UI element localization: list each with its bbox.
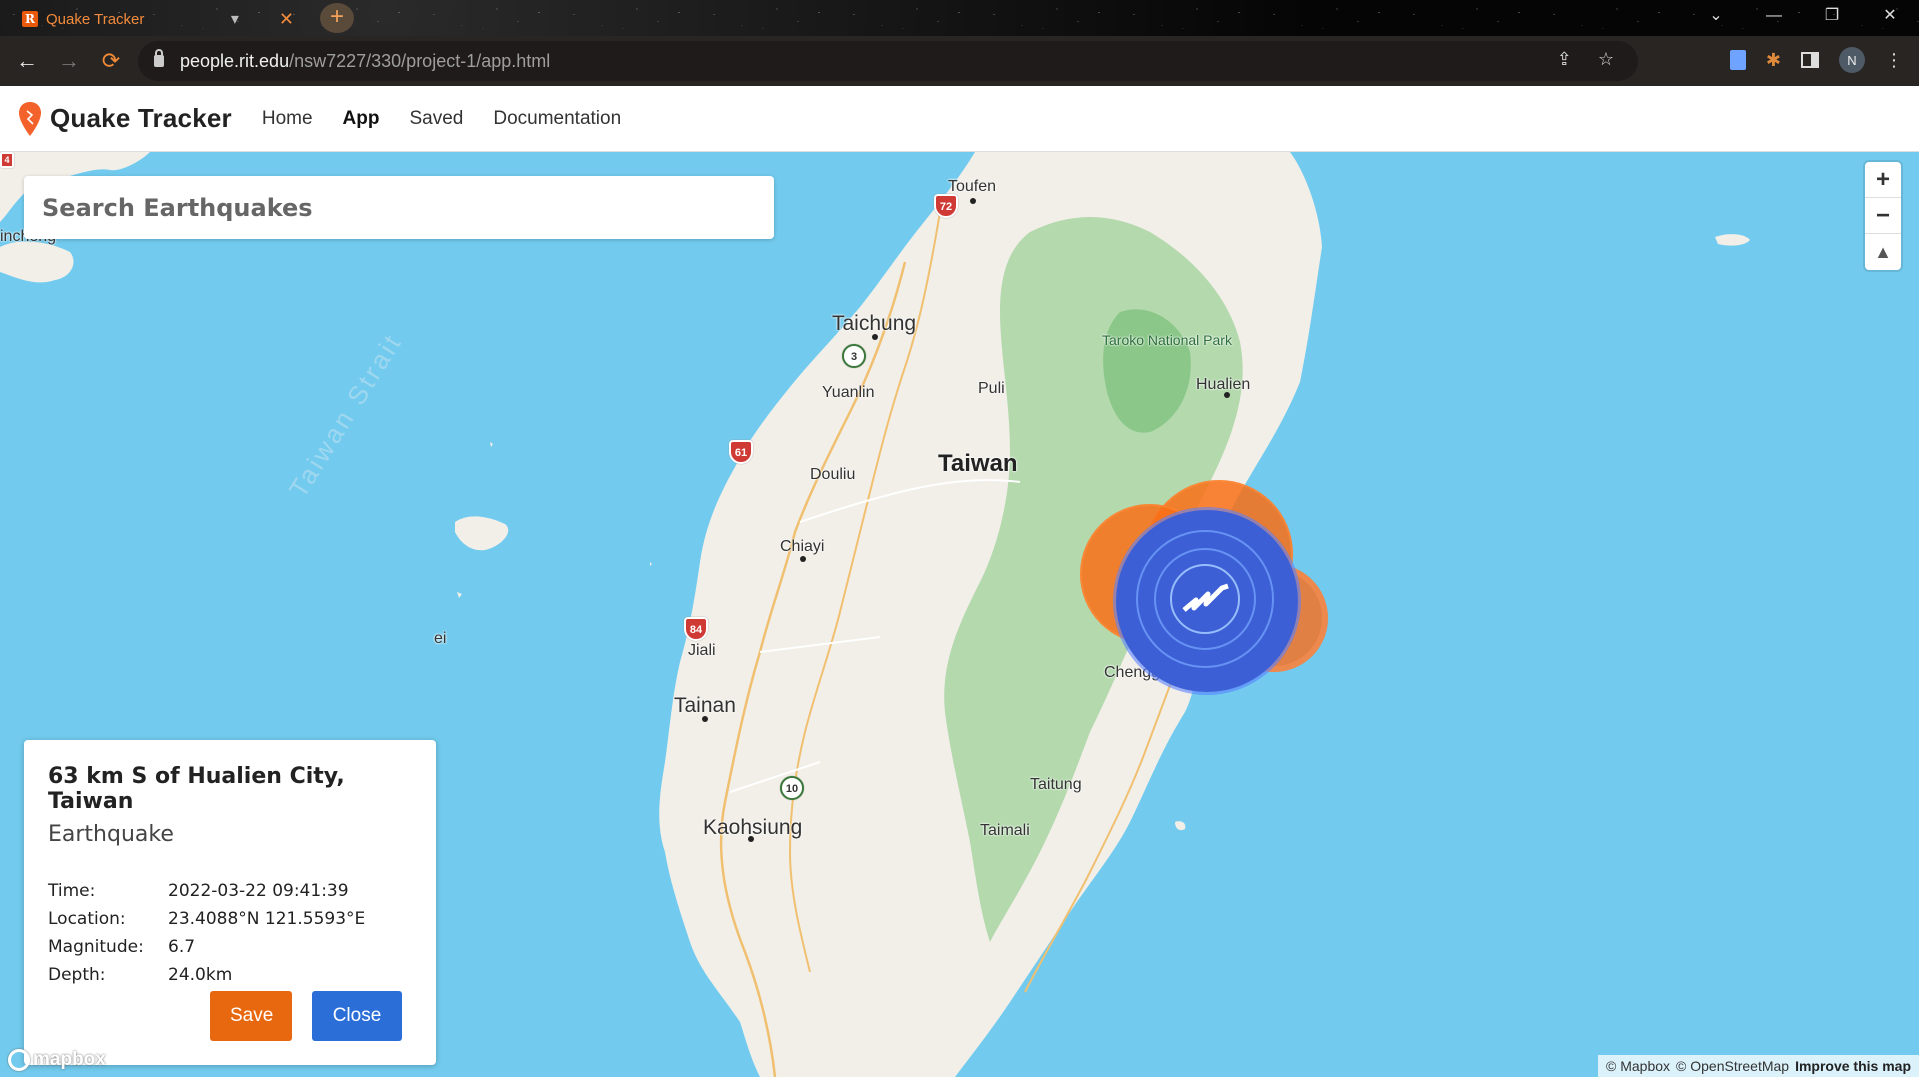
map-canvas[interactable]: Toufen Taichung Taroko National Park Hua… — [0, 152, 1919, 1077]
highway-shield-10: 10 — [780, 776, 804, 800]
brand-name: Quake Tracker — [50, 103, 232, 133]
browser-toolbar: ← → ⟳ people.rit.edu/nsw7227/330/project… — [0, 36, 1919, 86]
detail-row-depth: Depth: 24.0km — [48, 961, 412, 989]
popup-subtitle: Earthquake — [48, 822, 174, 847]
improve-map-link[interactable]: Improve this map — [1795, 1058, 1911, 1074]
zoom-out-button[interactable]: − — [1865, 198, 1901, 234]
attribution-mapbox-link[interactable]: © Mapbox — [1606, 1058, 1670, 1074]
window-controls: ⌄ — ❐ ✕ — [1687, 0, 1919, 32]
detail-row-magnitude: Magnitude: 6.7 — [48, 933, 412, 961]
map-label-taichung: Taichung — [832, 312, 917, 335]
seismic-wave-icon — [1182, 583, 1229, 612]
minimize-icon[interactable]: — — [1745, 0, 1803, 32]
forward-icon[interactable]: → — [54, 48, 84, 74]
detail-key: Magnitude: — [48, 937, 144, 957]
app-navbar: Quake Tracker Home App Saved Documentati… — [0, 86, 1919, 152]
popup-title: 63 km S of Hualien City, Taiwan — [48, 764, 345, 814]
browser-tab[interactable]: R Quake Tracker ▾ ✕ — [10, 2, 306, 36]
map-label-puli: Puli — [978, 380, 1005, 397]
earthquake-popup: 63 km S of Hualien City, Taiwan Earthqua… — [24, 740, 436, 1065]
url-host: people.rit.edu — [180, 50, 290, 71]
highway-shield-61: 61 — [729, 440, 753, 464]
search-input[interactable] — [42, 193, 756, 222]
tab-search-icon[interactable]: ⌄ — [1687, 0, 1745, 32]
map-label-taiwan: Taiwan — [938, 450, 1018, 477]
back-icon[interactable]: ← — [12, 48, 42, 74]
detail-value: 23.4088°N 121.5593°E — [168, 909, 366, 929]
extension-docs-icon[interactable] — [1729, 50, 1746, 70]
brand[interactable]: Quake Tracker — [18, 101, 232, 137]
nav-link-saved[interactable]: Saved — [409, 108, 463, 130]
zoom-control: + − ▲ — [1865, 162, 1901, 270]
search-bar[interactable] — [24, 176, 774, 239]
city-dot — [800, 556, 806, 562]
detail-key: Depth: — [48, 965, 106, 985]
detail-value: 24.0km — [168, 965, 233, 985]
highway-shield-72: 72 — [934, 194, 958, 218]
close-button[interactable]: Close — [312, 991, 402, 1041]
map-label-chiayi: Chiayi — [780, 538, 825, 555]
map-label-taitung: Taitung — [1030, 776, 1082, 793]
tab-title: Quake Tracker — [46, 10, 145, 28]
nav-link-documentation[interactable]: Documentation — [493, 108, 621, 130]
city-dot — [702, 716, 708, 722]
highway-shield-3: 3 — [842, 344, 866, 368]
url-path: /nsw7227/330/project-1/app.html — [289, 50, 551, 71]
city-dot — [872, 334, 878, 340]
map-label-jiali: Jiali — [688, 642, 716, 659]
compass-icon[interactable]: ▲ — [1865, 234, 1901, 270]
highway-shield-4: 4 — [0, 152, 14, 168]
share-icon[interactable]: ⇪ — [1557, 49, 1572, 70]
profile-avatar[interactable]: N — [1839, 47, 1865, 73]
attribution-osm-link[interactable]: © OpenStreetMap — [1676, 1058, 1789, 1074]
map-label-taroko: Taroko National Park — [1102, 332, 1232, 348]
address-bar[interactable]: people.rit.edu/nsw7227/330/project-1/app… — [138, 41, 1638, 81]
mapbox-logo-text: mapbox — [33, 1049, 106, 1070]
detail-key: Location: — [48, 909, 126, 929]
map-label-tainan: Tainan — [674, 694, 736, 717]
map-label-hualien: Hualien — [1196, 376, 1251, 393]
zoom-in-button[interactable]: + — [1865, 162, 1901, 198]
nav-link-app[interactable]: App — [343, 108, 380, 130]
detail-key: Time: — [48, 881, 96, 901]
tab-audio-indicator-icon: ▾ — [230, 11, 239, 28]
browser-menu-icon[interactable]: ⋮ — [1885, 50, 1903, 71]
window-close-icon[interactable]: ✕ — [1861, 0, 1919, 32]
detail-row-time: Time: 2022-03-22 09:41:39 — [48, 877, 412, 905]
detail-row-location: Location: 23.4088°N 121.5593°E — [48, 905, 412, 933]
city-dot — [1224, 392, 1230, 398]
nav-link-home[interactable]: Home — [262, 108, 313, 130]
city-dot — [970, 198, 976, 204]
mapbox-logo[interactable]: mapbox — [8, 1049, 106, 1071]
tab-close-icon[interactable]: ✕ — [279, 9, 294, 30]
mapbox-logo-icon — [8, 1049, 30, 1071]
map-label-taimali: Taimali — [980, 822, 1030, 839]
popup-actions: Save Close — [210, 991, 402, 1041]
map-label-douliu: Douliu — [810, 466, 856, 483]
side-panel-icon[interactable] — [1801, 52, 1819, 68]
lock-icon[interactable] — [154, 49, 164, 67]
map-attribution: © Mapbox © OpenStreetMap Improve this ma… — [1598, 1055, 1919, 1077]
highway-shield-84: 84 — [684, 617, 708, 641]
extensions-puzzle-icon[interactable]: ✱ — [1766, 50, 1781, 71]
favicon-icon: R — [22, 11, 38, 27]
map-label-pei: ei — [434, 630, 447, 647]
browser-tab-bar: R Quake Tracker ▾ ✕ + ⌄ — ❐ ✕ — [0, 0, 1919, 36]
new-tab-button[interactable]: + — [320, 3, 354, 33]
detail-value: 6.7 — [168, 937, 196, 957]
reload-icon[interactable]: ⟳ — [96, 48, 126, 74]
earthquake-marker-selected[interactable] — [1116, 510, 1298, 692]
map-label-yuanlin: Yuanlin — [822, 384, 875, 401]
map-pin-logo-icon — [19, 101, 41, 136]
restore-icon[interactable]: ❐ — [1803, 0, 1861, 32]
bookmark-star-icon[interactable]: ☆ — [1598, 49, 1614, 70]
city-dot — [748, 836, 754, 842]
save-button[interactable]: Save — [210, 991, 292, 1041]
detail-value: 2022-03-22 09:41:39 — [168, 881, 349, 901]
popup-details: Time: 2022-03-22 09:41:39 Location: 23.4… — [48, 877, 412, 989]
